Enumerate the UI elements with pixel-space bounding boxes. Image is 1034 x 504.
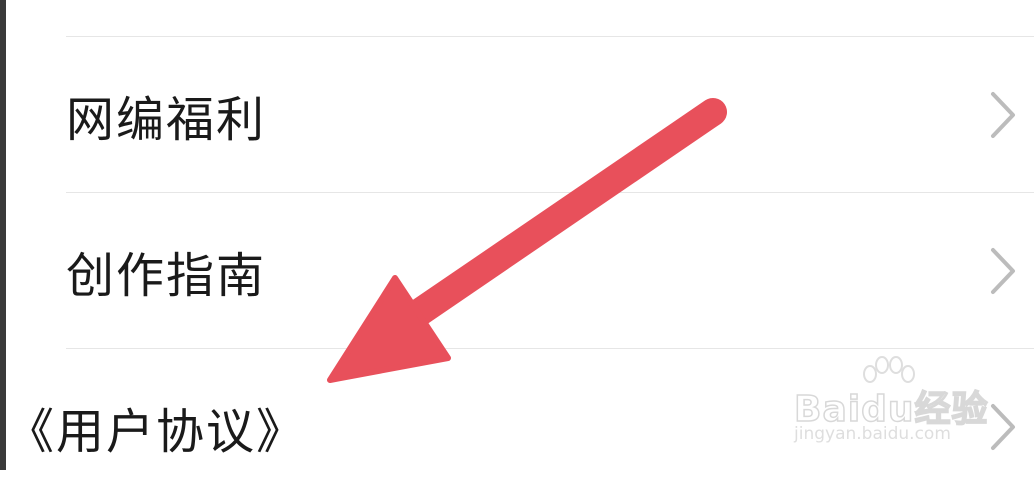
menu-item-creation-guide[interactable]: 创作指南 — [6, 193, 1034, 348]
menu-item-label: 创作指南 — [66, 247, 267, 304]
chevron-right-icon — [991, 247, 1015, 294]
menu-item-label: 网编福利 — [66, 91, 267, 148]
chevron-right-icon — [991, 403, 1015, 450]
menu-item-label: 《用户协议》 — [6, 403, 307, 460]
chevron-right-icon — [991, 91, 1015, 138]
menu-item-user-agreement[interactable]: 《用户协议》 — [6, 349, 1034, 504]
menu-item-benefits[interactable]: 网编福利 — [6, 37, 1034, 192]
